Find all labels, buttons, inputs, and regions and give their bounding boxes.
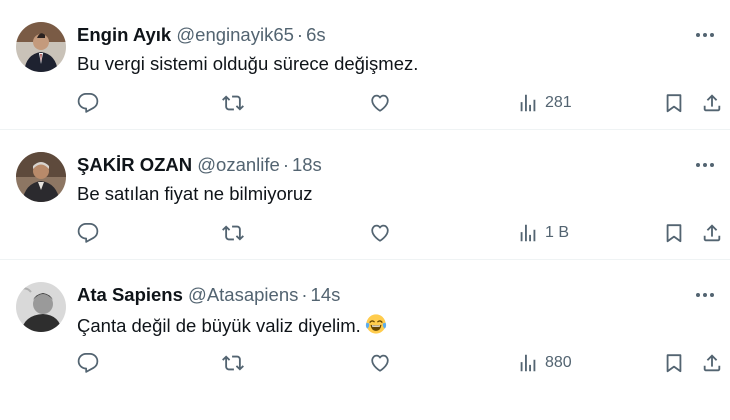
tweet[interactable]: Ata Sapiens @Atasapiens · 14s Çanta değil … xyxy=(0,260,730,420)
tweet-actions: 880 xyxy=(0,348,730,378)
share-button[interactable] xyxy=(701,88,723,118)
reply-icon xyxy=(77,92,99,113)
reply-button[interactable] xyxy=(77,348,99,378)
views-count: 1 B xyxy=(545,224,570,241)
display-name[interactable]: Engin Ayık xyxy=(77,24,171,45)
user-handle[interactable]: @ozanlife xyxy=(197,154,280,175)
tweet-header: Ata Sapiens @Atasapiens · 14s xyxy=(77,284,340,306)
tweet-feed: Engin Ayık @enginayik65 · 6s Bu vergi sist… xyxy=(0,0,730,420)
display-name[interactable]: ŞAKİR OZAN xyxy=(77,154,192,175)
views-button[interactable]: 880 xyxy=(517,348,572,378)
like-button[interactable] xyxy=(369,348,391,378)
retweet-icon xyxy=(222,225,244,241)
like-icon xyxy=(371,94,389,112)
avatar[interactable] xyxy=(16,22,66,72)
retweet-icon xyxy=(222,95,244,111)
reply-icon xyxy=(77,222,99,243)
separator-dot: · xyxy=(282,154,289,175)
share-icon xyxy=(703,224,721,242)
avatar[interactable] xyxy=(16,152,66,202)
views-count: 880 xyxy=(545,354,572,371)
tweet-header: Engin Ayık @enginayik65 · 6s xyxy=(77,24,326,46)
like-button[interactable] xyxy=(369,218,391,248)
tweet-header: ŞAKİR OZAN @ozanlife · 18s xyxy=(77,154,322,176)
views-button[interactable]: 1 B xyxy=(517,218,569,248)
separator-dot: · xyxy=(301,284,308,305)
tweet[interactable]: Engin Ayık @enginayik65 · 6s Bu vergi sist… xyxy=(0,0,730,130)
bookmark-icon xyxy=(666,94,682,113)
tweet-text: Bu vergi sistemi olduğu sürece değişmez. xyxy=(77,53,419,74)
share-icon xyxy=(703,354,721,372)
like-button[interactable] xyxy=(369,88,391,118)
bookmark-button[interactable] xyxy=(663,218,685,248)
user-handle[interactable]: @enginayik65 xyxy=(176,24,294,45)
timestamp[interactable]: 14s xyxy=(311,284,341,305)
retweet-button[interactable] xyxy=(222,348,244,378)
share-button[interactable] xyxy=(701,218,723,248)
reply-icon xyxy=(77,352,99,373)
share-button[interactable] xyxy=(701,348,723,378)
more-icon[interactable] xyxy=(692,22,718,48)
like-icon xyxy=(371,224,389,242)
more-icon[interactable] xyxy=(692,152,718,178)
tweet[interactable]: ŞAKİR OZAN @ozanlife · 18s Be satılan fiya… xyxy=(0,130,730,260)
retweet-button[interactable] xyxy=(222,88,244,118)
avatar[interactable] xyxy=(16,282,66,332)
bookmark-button[interactable] xyxy=(663,348,685,378)
tweet-text: Be satılan fiyat ne bilmiyoruz xyxy=(77,183,313,204)
share-icon xyxy=(703,94,721,112)
tweet-text: Çanta değil de büyük valiz diyelim. xyxy=(77,315,361,336)
more-icon[interactable] xyxy=(692,282,718,308)
views-icon xyxy=(520,354,536,372)
timestamp[interactable]: 6s xyxy=(306,24,326,45)
face-with-tears-of-joy-icon xyxy=(365,314,386,334)
reply-button[interactable] xyxy=(77,88,99,118)
tweet-actions: 1 B xyxy=(0,218,730,248)
reply-button[interactable] xyxy=(77,218,99,248)
tweet-actions: 281 xyxy=(0,88,730,118)
tweet-text-container: Çanta değil de büyük valiz diyelim. xyxy=(77,313,387,337)
user-handle[interactable]: @Atasapiens xyxy=(188,284,298,305)
timestamp[interactable]: 18s xyxy=(292,154,322,175)
views-icon xyxy=(520,224,536,242)
retweet-button[interactable] xyxy=(222,218,244,248)
bookmark-icon xyxy=(666,354,682,373)
separator-dot: · xyxy=(296,24,304,45)
bookmark-icon xyxy=(666,224,682,243)
views-icon xyxy=(520,94,536,112)
like-icon xyxy=(371,354,389,372)
views-count: 281 xyxy=(545,94,572,111)
display-name[interactable]: Ata Sapiens xyxy=(77,284,183,305)
retweet-icon xyxy=(222,355,244,371)
views-button[interactable]: 281 xyxy=(517,88,572,118)
bookmark-button[interactable] xyxy=(663,88,685,118)
